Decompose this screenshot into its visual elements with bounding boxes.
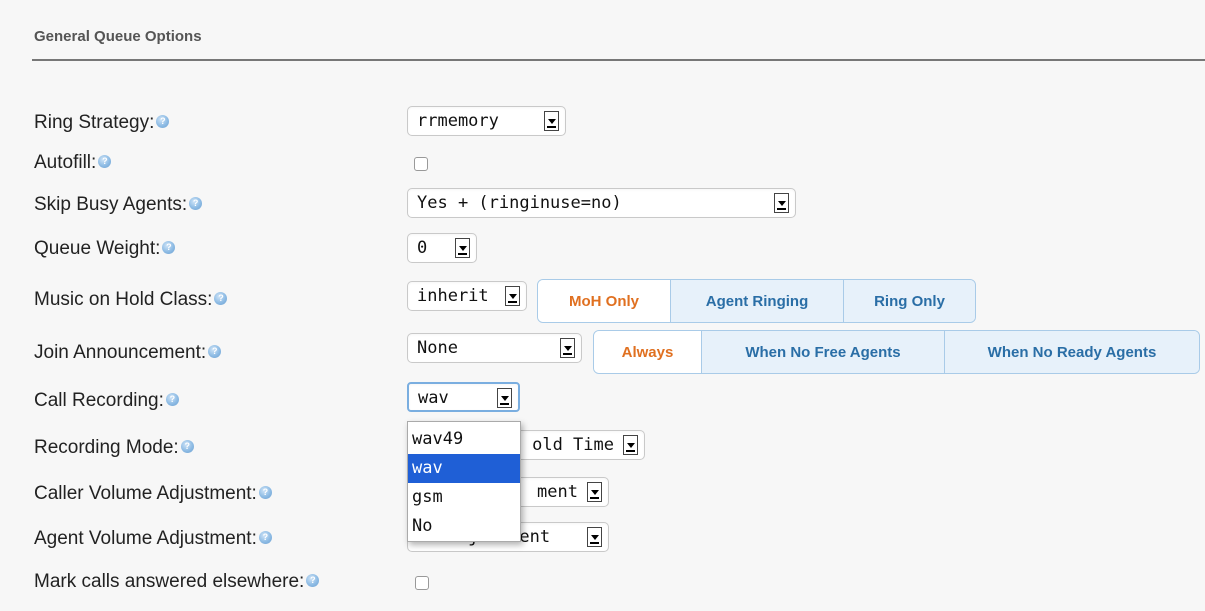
queue-weight-select[interactable]: 0 — [407, 233, 477, 263]
call-recording-label-text: Call Recording: — [34, 390, 164, 411]
recording-mode-value: old Time — [532, 435, 614, 455]
moh-button-group: MoH Only Agent Ringing Ring Only — [537, 279, 976, 323]
ring-strategy-label: Ring Strategy:? — [34, 108, 170, 138]
moh-only-button[interactable]: MoH Only — [538, 280, 670, 322]
music-on-hold-value: inherit — [417, 286, 489, 306]
skip-busy-agents-label-text: Skip Busy Agents: — [34, 194, 188, 215]
music-on-hold-select[interactable]: inherit — [407, 281, 527, 311]
caller-volume-value: ment — [537, 482, 578, 502]
help-icon[interactable]: ? — [162, 241, 176, 254]
mark-answered-label: Mark calls answered elsewhere:? — [34, 567, 320, 597]
join-announcement-button-group: Always When No Free Agents When No Ready… — [593, 330, 1200, 374]
ring-only-button[interactable]: Ring Only — [843, 280, 975, 322]
dropdown-arrow-icon — [560, 338, 575, 358]
dropdown-arrow-icon — [497, 388, 512, 408]
queue-weight-label: Queue Weight:? — [34, 234, 176, 264]
caller-volume-label: Caller Volume Adjustment:? — [34, 479, 272, 509]
ring-strategy-select[interactable]: rrmemory — [407, 106, 566, 136]
music-on-hold-label-text: Music on Hold Class: — [34, 289, 213, 310]
dropdown-arrow-icon — [623, 435, 638, 455]
join-announcement-label: Join Announcement:? — [34, 338, 222, 368]
agent-volume-label-text: Agent Volume Adjustment: — [34, 528, 257, 549]
dropdown-arrow-icon — [505, 286, 520, 306]
when-no-free-agents-button[interactable]: When No Free Agents — [701, 331, 944, 373]
autofill-checkbox[interactable] — [414, 157, 428, 171]
help-icon[interactable]: ? — [180, 440, 194, 453]
join-announcement-value: None — [417, 338, 458, 358]
skip-busy-agents-value: Yes + (ringinuse=no) — [417, 193, 622, 213]
autofill-label-text: Autofill: — [34, 152, 97, 173]
dropdown-option-wav[interactable]: wav — [408, 454, 520, 483]
dropdown-arrow-icon — [587, 482, 602, 502]
skip-busy-agents-label: Skip Busy Agents:? — [34, 190, 203, 220]
help-icon[interactable]: ? — [156, 115, 170, 128]
queue-weight-label-text: Queue Weight: — [34, 238, 161, 259]
when-no-ready-agents-button[interactable]: When No Ready Agents — [944, 331, 1199, 373]
recording-mode-label: Recording Mode:? — [34, 433, 194, 463]
dropdown-arrow-icon — [587, 527, 602, 547]
dropdown-arrow-icon — [774, 193, 789, 213]
agent-ringing-button[interactable]: Agent Ringing — [670, 280, 843, 322]
join-announcement-label-text: Join Announcement: — [34, 342, 207, 363]
dropdown-option-gsm[interactable]: gsm — [408, 483, 520, 512]
help-icon[interactable]: ? — [258, 486, 272, 499]
mark-answered-checkbox[interactable] — [415, 576, 429, 590]
ring-strategy-value: rrmemory — [417, 111, 499, 131]
section-title: General Queue Options — [34, 28, 202, 45]
caller-volume-label-text: Caller Volume Adjustment: — [34, 483, 257, 504]
dropdown-arrow-icon — [544, 111, 559, 131]
mark-answered-label-text: Mark calls answered elsewhere: — [34, 571, 305, 592]
call-recording-select[interactable]: wav — [407, 382, 520, 412]
music-on-hold-label: Music on Hold Class:? — [34, 285, 228, 315]
help-icon[interactable]: ? — [98, 155, 112, 168]
help-icon[interactable]: ? — [258, 531, 272, 544]
queue-weight-value: 0 — [417, 238, 428, 258]
skip-busy-agents-select[interactable]: Yes + (ringinuse=no) — [407, 188, 796, 218]
help-icon[interactable]: ? — [306, 574, 320, 587]
help-icon[interactable]: ? — [189, 197, 203, 210]
agent-volume-label: Agent Volume Adjustment:? — [34, 524, 272, 554]
call-recording-label: Call Recording:? — [34, 386, 179, 416]
help-icon[interactable]: ? — [214, 292, 228, 305]
ring-strategy-label-text: Ring Strategy: — [34, 112, 155, 133]
help-icon[interactable]: ? — [165, 393, 179, 406]
dropdown-arrow-icon — [455, 238, 470, 258]
autofill-label: Autofill:? — [34, 148, 112, 178]
section-divider — [32, 59, 1205, 61]
call-recording-value: wav — [418, 388, 449, 408]
call-recording-dropdown-list: wav49 wav gsm No — [407, 421, 521, 542]
dropdown-option-no[interactable]: No — [408, 512, 520, 541]
join-announcement-select[interactable]: None — [407, 333, 582, 363]
recording-mode-label-text: Recording Mode: — [34, 437, 179, 458]
dropdown-option-wav49[interactable]: wav49 — [408, 425, 520, 454]
always-button[interactable]: Always — [594, 331, 701, 373]
help-icon[interactable]: ? — [208, 345, 222, 358]
